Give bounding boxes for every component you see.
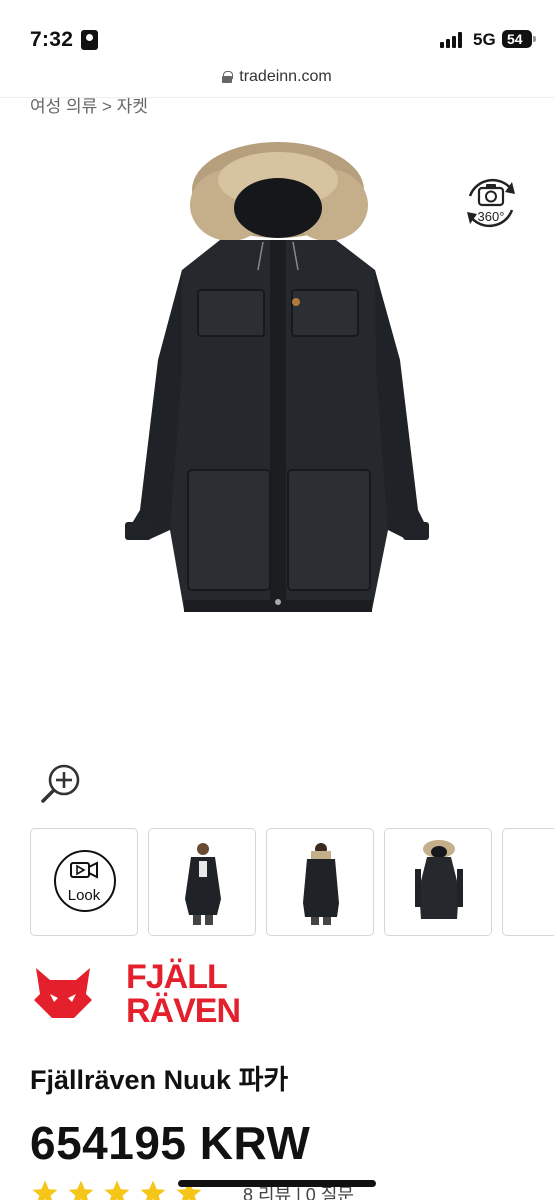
zoom-in-icon[interactable]	[40, 762, 82, 804]
star-icon	[32, 1180, 58, 1200]
product-title: Fjällräven Nuuk 파카	[30, 1065, 289, 1095]
video-camera-icon	[54, 850, 116, 912]
rotate-360-icon[interactable]: 360°	[460, 172, 522, 234]
network-type: 5G	[473, 30, 496, 49]
url-text: tradeinn.com	[239, 68, 332, 85]
id-card-icon	[81, 30, 98, 50]
star-icon	[68, 1180, 94, 1200]
battery-level: 54	[507, 31, 523, 47]
product-price: 654195 KRW	[30, 1117, 311, 1169]
brand-name-line1: FJÄLL	[126, 958, 228, 996]
battery-icon: 54	[502, 30, 536, 48]
fox-logo-icon	[34, 968, 92, 1018]
thumbnail-strip[interactable]: Look	[30, 828, 554, 938]
star-icon	[104, 1180, 130, 1200]
brand-name-line2: RÄVEN	[126, 992, 241, 1030]
product-image[interactable]	[100, 130, 454, 630]
star-icon	[140, 1180, 166, 1200]
signal-icon	[440, 32, 466, 48]
breadcrumb[interactable]: 여성 의류 > 자켓	[30, 92, 148, 117]
brand-logo[interactable]: FJÄLL RÄVEN	[30, 956, 241, 1032]
thumbnail-video-label: Look	[67, 887, 101, 904]
thumbnail-more[interactable]	[502, 828, 554, 936]
thumbnail-video[interactable]: Look	[30, 828, 138, 936]
thumbnail-product[interactable]	[384, 828, 492, 936]
home-indicator[interactable]	[178, 1180, 376, 1187]
thumbnail-model-back[interactable]	[266, 828, 374, 936]
status-bar: 7:32 5G 54	[0, 0, 554, 60]
thumbnail-model-front[interactable]	[148, 828, 256, 936]
lock-icon	[222, 71, 234, 83]
rotate-360-label: 360°	[478, 209, 505, 224]
status-time: 7:32	[30, 28, 74, 51]
